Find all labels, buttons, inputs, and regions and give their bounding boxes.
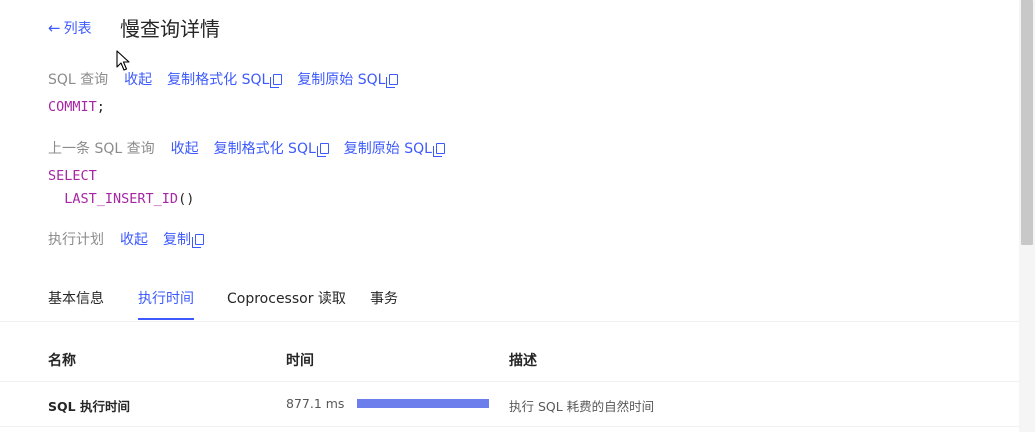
plan-copy-label: 复制 (163, 232, 191, 248)
plan-section-label: 执行计划 (48, 232, 104, 248)
copy-raw-sql-label: 复制原始 SQL (297, 72, 386, 88)
prev-sql-code-block: SELECT LAST_INSERT_ID() (48, 165, 194, 211)
column-header-time[interactable]: 时间 (286, 350, 314, 370)
column-header-desc[interactable]: 描述 (509, 350, 537, 370)
prev-sql-keyword-function: LAST_INSERT_ID (64, 191, 179, 207)
plan-collapse-link[interactable]: 收起 (120, 229, 148, 249)
execution-time-table: 名称 时间 描述 SQL 执行时间 877.1 ms 执行 SQL 耗费的自然时… (0, 336, 1019, 427)
row-time-cell: 877.1 ms (286, 396, 345, 411)
table-row: SQL 执行时间 877.1 ms 执行 SQL 耗费的自然时间 (0, 382, 1019, 427)
slow-query-detail-page: ← 列表 慢查询详情 SQL 查询 收起 复制格式化 SQL 复制原始 SQL … (0, 0, 1035, 432)
mouse-cursor-icon (116, 50, 130, 71)
column-header-name[interactable]: 名称 (48, 350, 76, 370)
plan-section-header: 执行计划 收起 复制 (48, 229, 219, 249)
sql-section-label: SQL 查询 (48, 72, 109, 88)
back-link-label: 列表 (63, 21, 92, 37)
prev-copy-raw-sql-label: 复制原始 SQL (343, 141, 432, 157)
plan-copy-link[interactable]: 复制 (163, 229, 204, 249)
copy-icon (270, 73, 283, 88)
tab-coprocessor-read[interactable]: Coprocessor 读取 (227, 288, 346, 320)
row-name-cell: SQL 执行时间 (48, 399, 130, 414)
plan-collapse-label: 收起 (120, 232, 148, 248)
sql-collapse-label: 收起 (124, 72, 153, 88)
tab-basic-info[interactable]: 基本信息 (48, 288, 104, 320)
prev-sql-collapse-label: 收起 (170, 141, 199, 157)
sql-code-block: COMMIT; (48, 96, 105, 119)
copy-formatted-sql-label: 复制格式化 SQL (167, 72, 270, 88)
vertical-scrollbar[interactable] (1019, 0, 1035, 432)
sql-collapse-link[interactable]: 收起 (124, 69, 152, 89)
prev-sql-keyword-select: SELECT (48, 168, 97, 184)
copy-icon (432, 142, 445, 157)
sql-keyword: COMMIT (48, 99, 97, 115)
sql-punctuation: ; (96, 99, 105, 115)
copy-icon (192, 233, 204, 248)
copy-icon (386, 73, 399, 88)
arrow-left-icon: ← (48, 19, 61, 37)
prev-copy-formatted-sql-link[interactable]: 复制格式化 SQL (214, 138, 329, 158)
prev-sql-parens: () (178, 191, 195, 207)
tab-transaction[interactable]: 事务 (370, 288, 398, 320)
row-desc-cell: 执行 SQL 耗费的自然时间 (509, 399, 655, 414)
copy-raw-sql-link[interactable]: 复制原始 SQL (297, 69, 399, 89)
copy-formatted-sql-link[interactable]: 复制格式化 SQL (167, 69, 283, 89)
prev-sql-section-label: 上一条 SQL 查询 (48, 141, 155, 157)
back-to-list-link[interactable]: ← 列表 (48, 18, 92, 38)
prev-copy-formatted-sql-label: 复制格式化 SQL (213, 141, 316, 157)
detail-tabs: 基本信息 执行时间 Coprocessor 读取 事务 (0, 280, 1019, 322)
time-bar (357, 399, 489, 408)
table-header-row: 名称 时间 描述 (0, 336, 1019, 382)
prev-copy-raw-sql-link[interactable]: 复制原始 SQL (344, 138, 445, 158)
page-title: 慢查询详情 (120, 17, 220, 41)
copy-icon (316, 142, 329, 157)
prev-sql-section-header: 上一条 SQL 查询 收起 复制格式化 SQL 复制原始 SQL (48, 138, 460, 158)
sql-section-header: SQL 查询 收起 复制格式化 SQL 复制原始 SQL (48, 69, 413, 89)
scrollbar-thumb[interactable] (1021, 0, 1033, 245)
tab-execution-time[interactable]: 执行时间 (138, 288, 194, 320)
prev-sql-collapse-link[interactable]: 收起 (171, 138, 199, 158)
time-bar-fill (357, 399, 489, 408)
